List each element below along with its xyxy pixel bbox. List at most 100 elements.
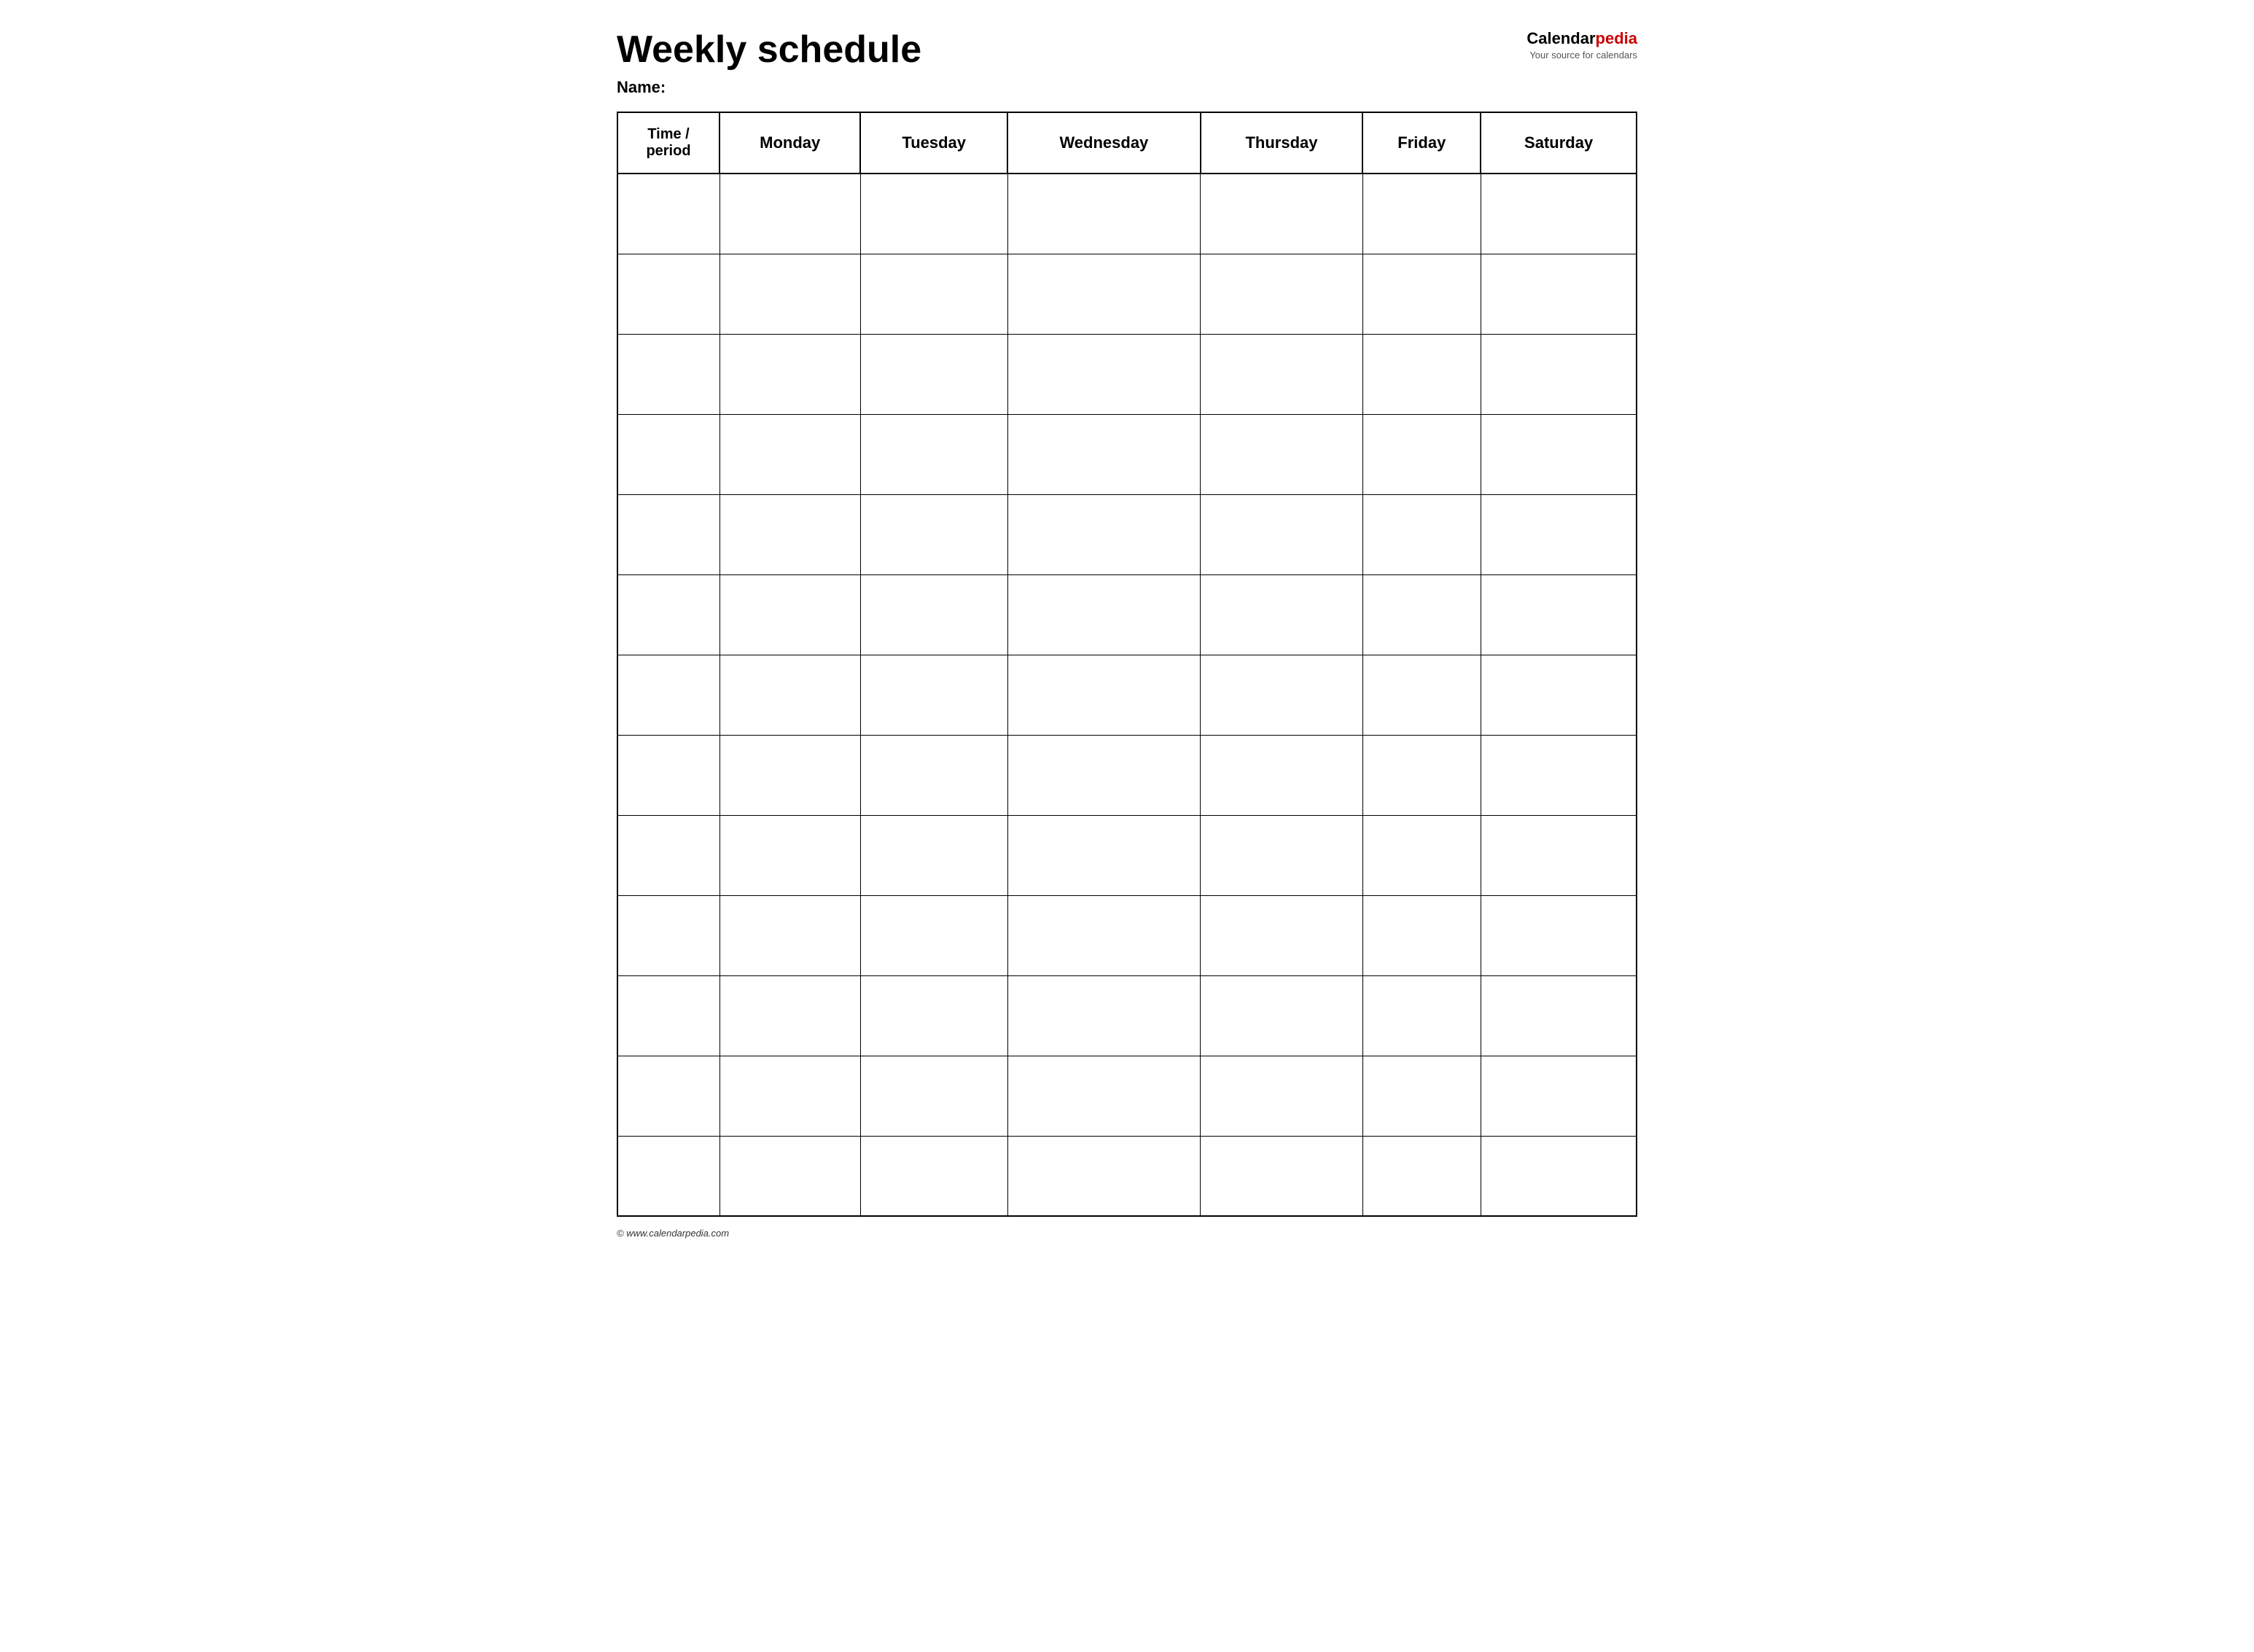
table-cell[interactable] xyxy=(1362,1056,1481,1136)
table-cell[interactable] xyxy=(1201,1136,1363,1216)
table-cell[interactable] xyxy=(720,735,860,815)
table-cell[interactable] xyxy=(860,254,1007,334)
table-cell[interactable] xyxy=(1481,815,1637,895)
table-cell[interactable] xyxy=(617,975,720,1056)
table-cell[interactable] xyxy=(1007,1056,1201,1136)
table-cell[interactable] xyxy=(1007,414,1201,494)
table-cell[interactable] xyxy=(1201,494,1363,574)
table-cell[interactable] xyxy=(1481,735,1637,815)
table-cell[interactable] xyxy=(1362,334,1481,414)
table-cell[interactable] xyxy=(1362,174,1481,254)
table-cell[interactable] xyxy=(1362,655,1481,735)
footer-copyright: © www.calendarpedia.com xyxy=(617,1228,729,1239)
table-cell[interactable] xyxy=(860,574,1007,655)
table-cell[interactable] xyxy=(1007,174,1201,254)
table-cell[interactable] xyxy=(617,895,720,975)
table-cell[interactable] xyxy=(1481,494,1637,574)
table-cell[interactable] xyxy=(720,1136,860,1216)
table-cell[interactable] xyxy=(860,174,1007,254)
table-cell[interactable] xyxy=(1362,574,1481,655)
table-cell[interactable] xyxy=(1007,975,1201,1056)
table-header-row: Time / period Monday Tuesday Wednesday T… xyxy=(617,112,1637,174)
table-cell[interactable] xyxy=(1481,574,1637,655)
table-cell[interactable] xyxy=(1362,254,1481,334)
table-cell[interactable] xyxy=(1481,334,1637,414)
table-cell[interactable] xyxy=(1201,1056,1363,1136)
table-cell[interactable] xyxy=(720,1056,860,1136)
table-cell[interactable] xyxy=(720,655,860,735)
table-cell[interactable] xyxy=(860,334,1007,414)
table-cell[interactable] xyxy=(1362,414,1481,494)
table-row xyxy=(617,655,1637,735)
table-cell[interactable] xyxy=(720,334,860,414)
table-cell[interactable] xyxy=(720,975,860,1056)
table-cell[interactable] xyxy=(1481,414,1637,494)
table-cell[interactable] xyxy=(1007,1136,1201,1216)
table-cell[interactable] xyxy=(720,254,860,334)
table-cell[interactable] xyxy=(1481,174,1637,254)
title-area: Weekly schedule Name: xyxy=(617,29,1526,97)
table-row xyxy=(617,895,1637,975)
schedule-body xyxy=(617,174,1637,1216)
table-cell[interactable] xyxy=(1481,655,1637,735)
table-cell[interactable] xyxy=(860,735,1007,815)
table-cell[interactable] xyxy=(1362,975,1481,1056)
table-cell[interactable] xyxy=(1362,1136,1481,1216)
table-cell[interactable] xyxy=(1201,655,1363,735)
table-cell[interactable] xyxy=(617,1056,720,1136)
table-cell[interactable] xyxy=(1007,334,1201,414)
table-cell[interactable] xyxy=(617,174,720,254)
table-cell[interactable] xyxy=(1481,254,1637,334)
table-cell[interactable] xyxy=(617,735,720,815)
table-row xyxy=(617,1136,1637,1216)
table-cell[interactable] xyxy=(720,895,860,975)
table-cell[interactable] xyxy=(1362,494,1481,574)
table-cell[interactable] xyxy=(1201,414,1363,494)
table-cell[interactable] xyxy=(720,815,860,895)
table-cell[interactable] xyxy=(1007,494,1201,574)
table-cell[interactable] xyxy=(1201,254,1363,334)
table-cell[interactable] xyxy=(1201,334,1363,414)
table-cell[interactable] xyxy=(1362,895,1481,975)
table-cell[interactable] xyxy=(1201,815,1363,895)
table-cell[interactable] xyxy=(1201,735,1363,815)
table-cell[interactable] xyxy=(1481,1056,1637,1136)
table-cell[interactable] xyxy=(1481,895,1637,975)
table-cell[interactable] xyxy=(860,815,1007,895)
table-cell[interactable] xyxy=(860,1136,1007,1216)
table-cell[interactable] xyxy=(1007,574,1201,655)
table-cell[interactable] xyxy=(720,574,860,655)
table-cell[interactable] xyxy=(617,655,720,735)
table-cell[interactable] xyxy=(860,414,1007,494)
table-cell[interactable] xyxy=(617,254,720,334)
table-cell[interactable] xyxy=(860,895,1007,975)
table-cell[interactable] xyxy=(1362,815,1481,895)
table-row xyxy=(617,334,1637,414)
table-cell[interactable] xyxy=(1007,895,1201,975)
table-cell[interactable] xyxy=(1007,254,1201,334)
table-cell[interactable] xyxy=(617,334,720,414)
table-cell[interactable] xyxy=(1481,975,1637,1056)
table-cell[interactable] xyxy=(1481,1136,1637,1216)
table-cell[interactable] xyxy=(860,1056,1007,1136)
table-cell[interactable] xyxy=(860,494,1007,574)
table-cell[interactable] xyxy=(860,655,1007,735)
table-cell[interactable] xyxy=(1007,655,1201,735)
table-cell[interactable] xyxy=(1201,574,1363,655)
col-header-time: Time / period xyxy=(617,112,720,174)
table-cell[interactable] xyxy=(720,174,860,254)
table-cell[interactable] xyxy=(1007,735,1201,815)
table-cell[interactable] xyxy=(1201,174,1363,254)
table-cell[interactable] xyxy=(617,815,720,895)
table-cell[interactable] xyxy=(1201,975,1363,1056)
table-cell[interactable] xyxy=(617,494,720,574)
table-cell[interactable] xyxy=(1007,815,1201,895)
table-cell[interactable] xyxy=(1362,735,1481,815)
table-cell[interactable] xyxy=(617,574,720,655)
table-cell[interactable] xyxy=(1201,895,1363,975)
table-cell[interactable] xyxy=(617,1136,720,1216)
table-cell[interactable] xyxy=(720,494,860,574)
table-cell[interactable] xyxy=(860,975,1007,1056)
table-cell[interactable] xyxy=(720,414,860,494)
table-cell[interactable] xyxy=(617,414,720,494)
